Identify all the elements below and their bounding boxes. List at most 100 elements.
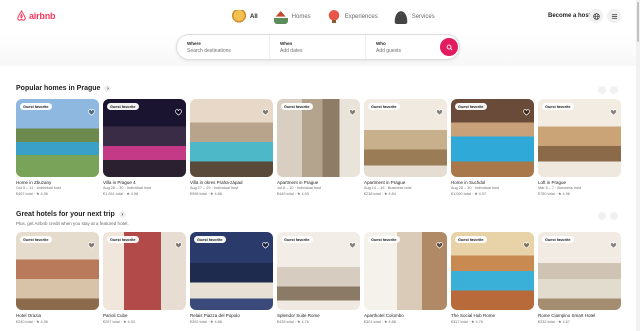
- when-field[interactable]: When Add dates: [269, 35, 365, 59]
- heart-icon[interactable]: [87, 236, 95, 249]
- tab-experiences[interactable]: Experiences: [326, 8, 378, 26]
- listing-card[interactable]: Guest favorite Aparthotel Colombo €301 tot…: [364, 232, 447, 324]
- heart-icon[interactable]: [348, 236, 356, 249]
- globe-house-icon: [232, 10, 246, 24]
- tab-homes[interactable]: Homes: [273, 8, 311, 26]
- heart-icon[interactable]: [348, 103, 356, 116]
- guest-favorite-badge: Guest favorite: [542, 103, 574, 110]
- guest-favorite-badge: Guest favorite: [368, 103, 400, 110]
- guest-favorite-badge: Guest favorite: [107, 236, 139, 243]
- heart-icon[interactable]: [609, 103, 617, 116]
- listing-title: Villa in okres Praha-západ: [190, 180, 243, 185]
- scrollbar-thumb[interactable]: [637, 2, 639, 42]
- carousel-prev-button[interactable]: [598, 86, 606, 94]
- who-field[interactable]: Who Add guests: [365, 35, 435, 59]
- listing-price-rating: €302 total · ★ 4.88: [190, 320, 222, 324]
- listing-dates-host: Aug 28 – 30 · Individual host: [103, 186, 152, 190]
- tab-homes-label: Homes: [291, 14, 311, 20]
- listing-card[interactable]: Guest favorite Rome Ciampino Smart Hotel €…: [538, 232, 621, 324]
- listing-card[interactable]: Guest favorite Apartment in Prague Jul 8 –…: [277, 99, 360, 196]
- heart-icon[interactable]: [261, 103, 269, 116]
- listing-photo[interactable]: Guest favorite: [277, 99, 360, 177]
- section-title-hotels[interactable]: Great hotels for your next trip ›: [16, 211, 126, 218]
- heart-icon[interactable]: [261, 236, 269, 249]
- heart-icon[interactable]: [174, 236, 182, 249]
- listing-photo[interactable]: Guest favorite: [451, 99, 534, 177]
- listing-dates-host: Aug 27 – 29 · Individual host: [190, 186, 239, 190]
- listing-dates-host: Mar 5 – 7 · Business host: [538, 186, 582, 190]
- listing-photo[interactable]: Guest favorite: [538, 99, 621, 177]
- listing-price-rating: €1,090 total · ★ 4.97: [451, 192, 487, 196]
- language-button[interactable]: [589, 9, 603, 23]
- listing-card[interactable]: Guest favorite Home in Zbuzany Oct 5 – 11 …: [16, 99, 99, 196]
- listing-photo[interactable]: [190, 99, 273, 177]
- guest-favorite-badge: Guest favorite: [20, 103, 52, 110]
- carousel-next-button[interactable]: [610, 212, 618, 220]
- listing-card[interactable]: Guest favorite Apartment in Prague Aug 14 …: [364, 99, 447, 196]
- listing-card[interactable]: Guest favorite Home in Suchdol Aug 28 – 30…: [451, 99, 534, 196]
- page-scrollbar[interactable]: [636, 0, 640, 331]
- heart-icon[interactable]: [522, 103, 530, 116]
- listing-card[interactable]: Guest favorite Relais Piazza del Popolo €3…: [190, 232, 273, 324]
- listing-price-rating: €1,261 total · ★ 4.98: [103, 192, 139, 196]
- guest-favorite-badge: Guest favorite: [194, 236, 226, 243]
- guest-favorite-badge: Guest favorite: [20, 236, 52, 243]
- listing-dates-host: Aug 28 – 30 · Individual host: [451, 186, 500, 190]
- listing-photo[interactable]: Guest favorite: [190, 232, 273, 310]
- listing-photo[interactable]: Guest favorite: [277, 232, 360, 310]
- listing-photo[interactable]: Guest favorite: [103, 232, 186, 310]
- guest-favorite-badge: Guest favorite: [455, 236, 487, 243]
- listing-card[interactable]: Guest favorite Loft in Prague Mar 5 – 7 · …: [538, 99, 621, 196]
- listing-photo[interactable]: Guest favorite: [538, 232, 621, 310]
- listing-price-rating: €317 total · ★ 4.76: [451, 320, 483, 324]
- listing-card[interactable]: Villa in okres Praha-západ Aug 27 – 29 · …: [190, 99, 273, 196]
- heart-icon[interactable]: [87, 103, 95, 116]
- carousel-prev-button[interactable]: [598, 212, 606, 220]
- listing-title: Parioli Cube: [103, 313, 128, 318]
- chevron-right-icon[interactable]: ›: [118, 211, 126, 218]
- main-menu-button[interactable]: [607, 9, 621, 23]
- listing-photo[interactable]: Guest favorite: [364, 99, 447, 177]
- tab-experiences-label: Experiences: [344, 14, 378, 20]
- heart-icon[interactable]: [174, 103, 182, 116]
- listing-title: Villa in Prague 4: [103, 180, 136, 185]
- carousel-controls: [598, 212, 618, 220]
- listing-dates-host: Aug 14 – 16 · Business host: [364, 186, 412, 190]
- tab-services-label: Services: [411, 14, 435, 20]
- where-field[interactable]: Where Search destinations: [177, 35, 269, 59]
- listing-price-rating: €240 total · ★ 4.96: [16, 320, 48, 324]
- guest-favorite-badge: Guest favorite: [281, 236, 313, 243]
- listing-row-hotels: Guest favorite Hotel Orazia €240 total · ★…: [16, 232, 621, 324]
- listing-card[interactable]: Guest favorite Hotel Orazia €240 total · ★…: [16, 232, 99, 324]
- listing-photo[interactable]: Guest favorite: [103, 99, 186, 177]
- section-subtitle: Plus, get Airbnb credit when you stay at…: [16, 221, 129, 226]
- listing-title: Home in Zbuzany: [16, 180, 52, 185]
- listing-title: Aparthotel Colombo: [364, 313, 404, 318]
- listing-price-rating: €435 total · ★ 4.76: [277, 320, 309, 324]
- listing-card[interactable]: Guest favorite Splendor Suite Rome €435 to…: [277, 232, 360, 324]
- listing-photo[interactable]: Guest favorite: [364, 232, 447, 310]
- search-button[interactable]: [440, 38, 458, 56]
- listing-card[interactable]: Guest favorite Villa in Prague 4 Aug 28 – …: [103, 99, 186, 196]
- heart-icon[interactable]: [435, 103, 443, 116]
- section-title-popular-homes[interactable]: Popular homes in Prague ›: [16, 85, 112, 92]
- listing-card[interactable]: Guest favorite Parioli Cube €297 total · ★…: [103, 232, 186, 324]
- become-host-link[interactable]: Become a host: [548, 13, 591, 19]
- tab-services[interactable]: Services: [393, 8, 435, 26]
- heart-icon[interactable]: [609, 236, 617, 249]
- listing-price-rating: €238 total · ★ 4.84: [364, 192, 396, 196]
- heart-icon[interactable]: [522, 236, 530, 249]
- airbnb-logo[interactable]: airbnb: [16, 10, 56, 22]
- tab-all[interactable]: All: [232, 8, 258, 26]
- listing-price-rating: €297 total · ★ 4.93: [103, 320, 135, 324]
- listing-photo[interactable]: Guest favorite: [16, 99, 99, 177]
- listing-photo[interactable]: Guest favorite: [16, 232, 99, 310]
- listing-title: Home in Suchdol: [451, 180, 486, 185]
- carousel-next-button[interactable]: [610, 86, 618, 94]
- chevron-right-icon[interactable]: ›: [104, 85, 112, 92]
- listing-title: The Social Hub Rome: [451, 313, 496, 318]
- heart-icon[interactable]: [435, 236, 443, 249]
- listing-price-rating: €232 total · ★ 4.67: [538, 320, 570, 324]
- listing-photo[interactable]: Guest favorite: [451, 232, 534, 310]
- listing-card[interactable]: Guest favorite The Social Hub Rome €317 to…: [451, 232, 534, 324]
